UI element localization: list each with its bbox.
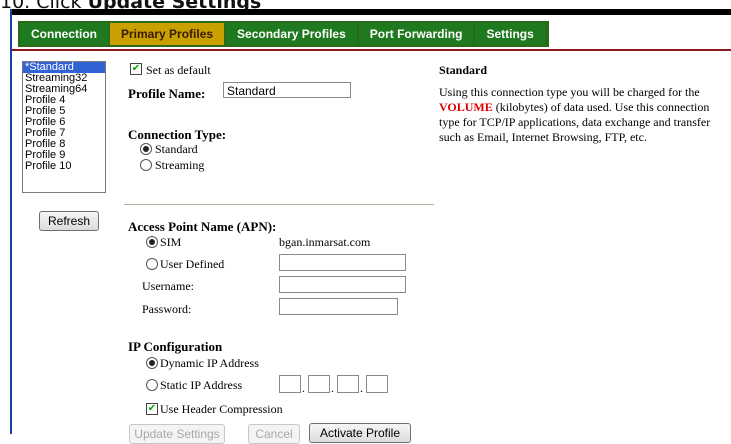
password-label: Password: <box>142 302 192 316</box>
activate-profile-button[interactable]: Activate Profile <box>309 423 411 443</box>
apn-user-defined-radio[interactable] <box>146 258 158 270</box>
header-compression-label: Use Header Compression <box>160 402 283 416</box>
ip-dot-separator: . <box>360 381 363 395</box>
static-ip-octet-1[interactable] <box>279 375 301 393</box>
tab-port-forwarding[interactable]: Port Forwarding <box>358 23 474 45</box>
ip-configuration-heading: IP Configuration <box>128 339 223 354</box>
apn-sim-radio[interactable] <box>146 236 158 248</box>
description-text-before: Using this connection type you will be c… <box>439 85 700 99</box>
ip-dot-separator: . <box>331 381 334 395</box>
password-input[interactable] <box>279 298 398 315</box>
router-web-ui: Connection Primary Profiles Secondary Pr… <box>10 9 731 444</box>
static-ip-octet-4[interactable] <box>366 375 388 393</box>
static-ip-octet-2[interactable] <box>308 375 330 393</box>
tab-bar: Connection Primary Profiles Secondary Pr… <box>12 15 731 51</box>
profile-name-label: Profile Name: <box>128 86 206 101</box>
update-settings-button[interactable]: Update Settings <box>129 424 225 444</box>
apn-heading: Access Point Name (APN): <box>128 219 277 234</box>
connection-streaming-label: Streaming <box>155 158 205 172</box>
profile-name-input[interactable]: Standard <box>223 82 351 98</box>
apn-sim-value: bgan.inmarsat.com <box>279 235 371 249</box>
profile-listbox[interactable]: *Standard Streaming32 Streaming64 Profil… <box>22 61 106 193</box>
tab-primary-profiles[interactable]: Primary Profiles <box>110 23 225 45</box>
connection-standard-radio[interactable] <box>140 143 152 155</box>
tab-secondary-profiles[interactable]: Secondary Profiles <box>226 23 357 45</box>
set-as-default-label: Set as default <box>146 63 211 77</box>
username-label: Username: <box>142 279 194 293</box>
volume-highlight: VOLUME <box>439 100 493 114</box>
dynamic-ip-radio[interactable] <box>146 357 158 369</box>
refresh-button[interactable]: Refresh <box>39 211 100 231</box>
username-input[interactable] <box>279 276 406 293</box>
static-ip-octet-3[interactable] <box>337 375 359 393</box>
tab-connection[interactable]: Connection <box>20 23 108 45</box>
connection-streaming-radio[interactable] <box>140 159 152 171</box>
cancel-button[interactable]: Cancel <box>248 424 300 444</box>
apn-user-defined-input[interactable] <box>279 254 406 271</box>
apn-sim-label: SIM <box>160 235 182 249</box>
ip-dot-separator: . <box>302 381 305 395</box>
set-as-default-checkbox[interactable]: ✔ <box>130 63 142 75</box>
dynamic-ip-label: Dynamic IP Address <box>160 356 259 370</box>
section-divider <box>124 204 434 205</box>
description-title: Standard <box>439 63 488 77</box>
main-panel: *Standard Streaming32 Streaming64 Profil… <box>12 51 731 444</box>
static-ip-label: Static IP Address <box>160 378 243 392</box>
apn-user-defined-label: User Defined <box>160 257 225 271</box>
header-compression-checkbox[interactable]: ✔ <box>146 403 158 415</box>
tab-strip: Connection Primary Profiles Secondary Pr… <box>18 21 549 47</box>
connection-type-heading: Connection Type: <box>128 127 227 142</box>
profile-list-item[interactable]: Profile 10 <box>23 161 105 172</box>
connection-type-description: Using this connection type you will be c… <box>439 85 714 145</box>
static-ip-radio[interactable] <box>146 379 158 391</box>
tab-settings[interactable]: Settings <box>475 23 545 45</box>
connection-standard-label: Standard <box>155 142 198 156</box>
